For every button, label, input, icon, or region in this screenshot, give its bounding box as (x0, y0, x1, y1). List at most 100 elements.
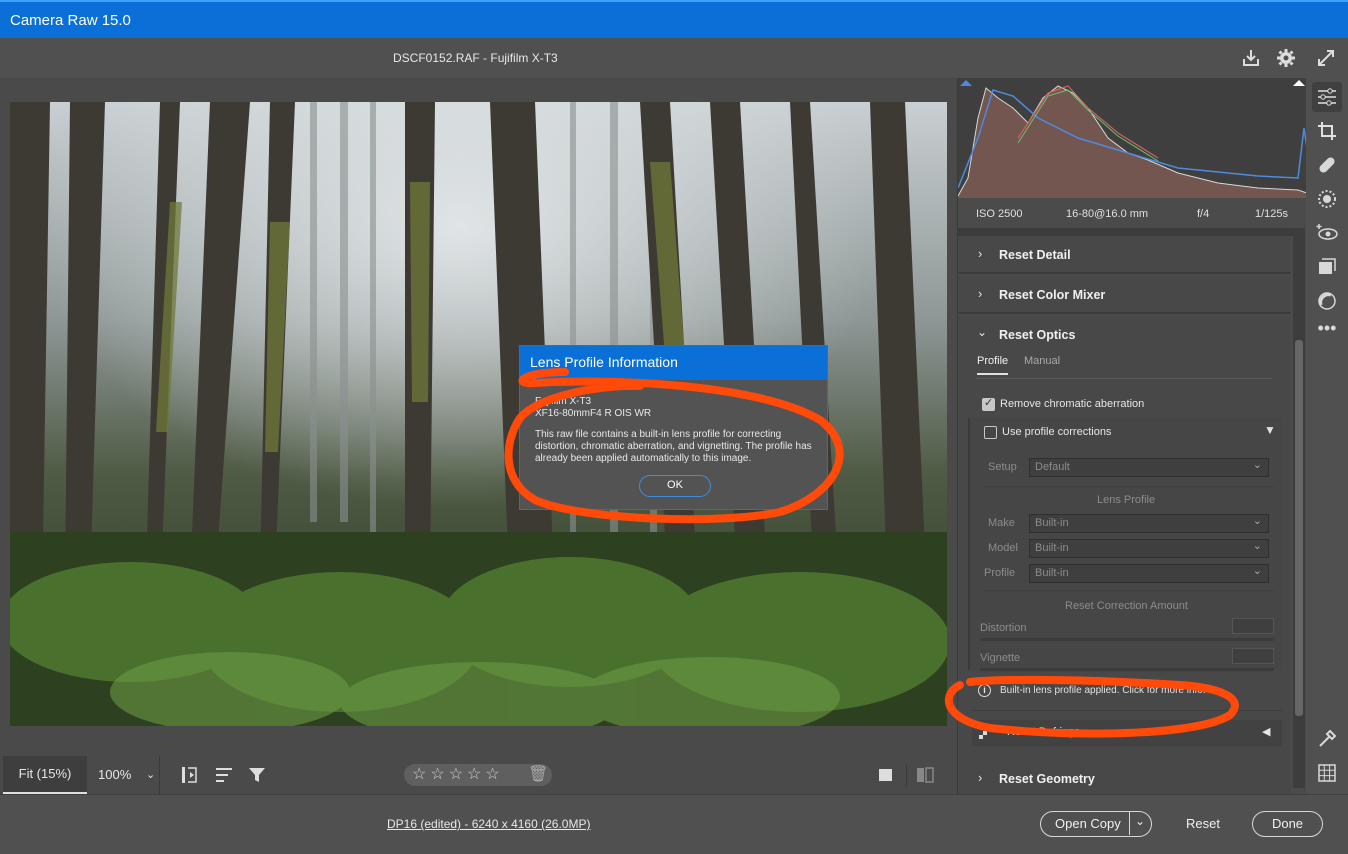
model-label: Model (988, 542, 1018, 554)
fullscreen-icon[interactable] (1316, 48, 1336, 68)
exif-lens: 16-80@16.0 mm (1066, 208, 1149, 220)
model-select[interactable]: Built-in (1029, 538, 1269, 558)
eyedropper-icon[interactable] (1316, 728, 1338, 750)
chevron-down-icon[interactable]: ⌄ (1135, 810, 1145, 833)
rating-stars[interactable]: ☆☆☆☆☆ 🗑 (404, 764, 552, 786)
reset-button[interactable]: Reset (1172, 811, 1234, 837)
ok-button[interactable]: OK (639, 475, 711, 497)
footer-bar: DP16 (edited) - 6240 x 4160 (26.0MP) Ope… (0, 794, 1348, 854)
dialog-lens: XF16-80mmF4 R OIS WR (535, 408, 652, 419)
color-mixer-section-header[interactable]: › Reset Color Mixer (958, 276, 1291, 314)
single-view-icon[interactable] (878, 767, 894, 783)
open-copy-button[interactable]: Open Copy ⌄ (1040, 811, 1152, 837)
remove-ca-label: Remove chromatic aberration (1000, 398, 1145, 410)
info-icon: i (978, 684, 991, 697)
lens-profile-heading: Lens Profile (1097, 494, 1156, 506)
distortion-label: Distortion (980, 622, 1027, 634)
filmstrip-icon[interactable] (180, 765, 200, 785)
geometry-section-header[interactable]: › Reset Geometry (958, 768, 1291, 794)
make-select[interactable]: Built-in (1029, 513, 1269, 533)
distortion-value-field[interactable] (1232, 618, 1274, 634)
red-eye-icon[interactable] (1316, 222, 1338, 244)
tab-manual[interactable]: Manual (1024, 355, 1060, 367)
vignette-value-field[interactable] (1232, 648, 1274, 664)
panel-scrollbar[interactable] (1293, 228, 1305, 788)
grid-icon[interactable] (1316, 762, 1338, 784)
checkmark-icon: ✓ (984, 397, 994, 409)
trash-icon[interactable]: 🗑 (528, 764, 548, 785)
histogram (957, 78, 1308, 198)
lens-info-text: Built-in lens profile applied. Click for… (1000, 685, 1206, 696)
profile-select[interactable]: Built-in (1029, 563, 1269, 583)
section-label: Reset Color Mixer (999, 288, 1106, 302)
remove-ca-checkbox[interactable]: ✓ (982, 397, 995, 411)
exif-shutter: 1/125s (1255, 208, 1289, 220)
highlight-clip-indicator (1293, 80, 1305, 86)
dialog-camera: Fujifilm X-T3 (535, 396, 592, 407)
presets-icon[interactable] (1316, 290, 1338, 312)
profile-corrections-group: Use profile corrections ▼ Setup Default … (968, 418, 1282, 671)
edit-panel: ISO 2500 16-80@16.0 mm f/4 1/125s › Rese… (957, 78, 1308, 794)
eyedropper-grid-icon (979, 727, 991, 739)
triangle-left-icon[interactable]: ◀ (1262, 725, 1270, 738)
setup-label: Setup (988, 461, 1017, 473)
workflow-options-link[interactable]: DP16 (edited) - 6240 x 4160 (26.0MP) (387, 817, 590, 831)
lens-info-notice[interactable]: i Built-in lens profile applied. Click f… (968, 680, 1282, 706)
tool-strip: ••• (1306, 78, 1348, 794)
section-label: Reset Optics (999, 328, 1076, 342)
header-bar: DSCF0152.RAF - Fujifilm X-T3 (0, 38, 1348, 78)
exif-bar: ISO 2500 16-80@16.0 mm f/4 1/125s (958, 202, 1288, 224)
zoom-value: 100% (98, 767, 132, 782)
file-name: DSCF0152.RAF - Fujifilm X-T3 (393, 51, 558, 65)
snapshots-icon[interactable] (1316, 256, 1338, 278)
sort-icon[interactable] (214, 765, 234, 785)
fit-zoom-button[interactable]: Fit (15%) (3, 756, 87, 794)
exif-aperture: f/4 (1197, 208, 1210, 220)
mask-icon[interactable] (1316, 188, 1338, 210)
gear-icon[interactable] (1276, 48, 1296, 68)
chevron-down-icon: ⌄ (146, 769, 156, 781)
crop-icon[interactable] (1316, 120, 1338, 142)
distortion-slider[interactable] (980, 638, 1274, 641)
title-bar: Camera Raw 15.0 (0, 0, 1348, 38)
vignette-slider[interactable] (980, 668, 1274, 671)
filter-icon[interactable] (247, 765, 267, 785)
defringe-label: Reset Defringe (1007, 726, 1081, 738)
exif-iso: ISO 2500 (976, 208, 1023, 220)
tab-profile[interactable]: Profile (977, 355, 1009, 375)
section-label: Reset Geometry (999, 772, 1095, 786)
more-icon[interactable]: ••• (1316, 318, 1338, 340)
zoom-select[interactable]: 100% ⌄ (88, 756, 160, 794)
chevron-right-icon: › (978, 770, 983, 785)
profile-label: Profile (984, 567, 1016, 579)
done-button[interactable]: Done (1252, 811, 1323, 837)
open-copy-label: Open Copy (1055, 816, 1121, 831)
optics-section: ⌄ Reset Optics Profile Manual ✓ Remove c… (958, 316, 1291, 768)
scrollbar-thumb[interactable] (1295, 340, 1303, 716)
dialog-message: This raw file contains a built-in lens p… (535, 429, 812, 464)
chevron-right-icon: › (978, 286, 983, 301)
viewer-toolbar: Fit (15%) 100% ⌄ ☆☆☆☆☆ 🗑 (0, 756, 957, 794)
make-label: Make (988, 517, 1015, 529)
star-icons[interactable]: ☆☆☆☆☆ (412, 766, 504, 783)
dialog-title: Lens Profile Information (520, 346, 827, 380)
optics-section-header[interactable]: ⌄ Reset Optics (958, 316, 1291, 354)
chevron-down-icon: ⌄ (977, 325, 988, 339)
setup-select[interactable]: Default (1029, 457, 1269, 477)
use-profile-label: Use profile corrections (1002, 426, 1112, 438)
chevron-right-icon: › (978, 246, 983, 261)
vignette-label: Vignette (980, 652, 1021, 664)
save-icon[interactable] (1241, 48, 1261, 68)
shadow-clip-indicator (960, 80, 972, 86)
triangle-down-icon[interactable]: ▼ (1264, 423, 1276, 437)
section-label: Reset Detail (999, 248, 1071, 262)
lens-profile-dialog: Lens Profile Information Fujifilm X-T3 X… (519, 345, 828, 510)
app-title: Camera Raw 15.0 (10, 12, 131, 29)
defringe-row[interactable]: Reset Defringe ◀ (972, 720, 1282, 746)
healing-icon[interactable] (1316, 154, 1338, 176)
detail-section-header[interactable]: › Reset Detail (958, 236, 1291, 274)
sliders-icon[interactable] (1316, 86, 1338, 108)
reset-correction-label: Reset Correction Amount (1065, 600, 1188, 612)
use-profile-checkbox[interactable] (984, 426, 997, 439)
compare-view-icon[interactable] (916, 766, 934, 784)
